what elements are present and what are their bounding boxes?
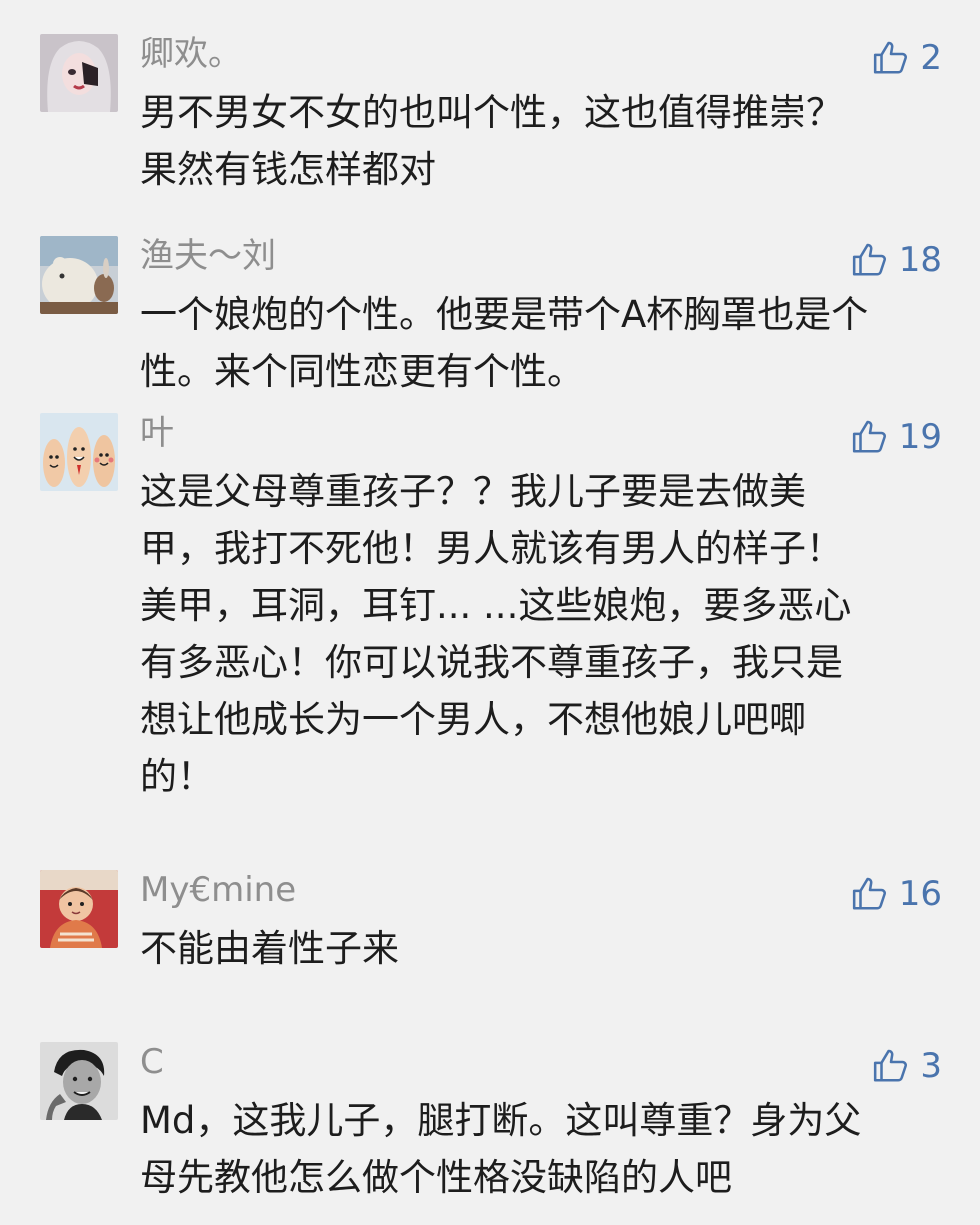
avatar[interactable] [40,34,118,112]
comment-line: 美甲，耳洞，耳钉... ...这些娘炮，要多恶心 [140,584,852,627]
username[interactable]: 卿欢。 [140,34,242,74]
username[interactable]: 叶 [140,413,174,453]
polar-bear-avatar-icon [40,236,118,314]
avatar[interactable] [40,413,118,491]
avatar[interactable] [40,1042,118,1120]
like-count: 18 [898,240,942,280]
comment-text: Md，这我儿子，腿打断。这叫尊重？身为父 母先教他怎么做个性格没缺陷的人吧 [140,1092,940,1206]
comment-line: 的！ [140,755,214,798]
comment-line: 甲，我打不死他！男人就该有男人的样子！ [140,527,843,570]
like-button[interactable]: 3 [872,1046,942,1086]
man-portrait-avatar-icon [40,1042,118,1120]
like-button[interactable]: 19 [851,417,942,457]
like-count: 16 [898,874,942,914]
comment-line: 这是父母尊重孩子？？我儿子要是去做美 [140,470,806,513]
comment-line: 母先教他怎么做个性格没缺陷的人吧 [140,1156,732,1199]
thumbs-up-icon [852,243,886,276]
comment-text: 一个娘炮的个性。他要是带个A杯胸罩也是个 性。来个同性恋更有个性。 [140,286,940,400]
like-count: 19 [898,417,942,457]
comment-line: Md，这我儿子，腿打断。这叫尊重？身为父 [140,1099,862,1142]
comment-line: 男不男女不女的也叫个性，这也值得推崇？ [140,91,843,134]
thumbs-up-icon [874,41,908,74]
comment-line: 想让他成长为一个男人，不想他娘儿吧唧 [140,698,806,741]
finger-faces-avatar-icon [40,413,118,491]
girl-avatar-icon [40,34,118,112]
comment-text: 这是父母尊重孩子？？我儿子要是去做美 甲，我打不死他！男人就该有男人的样子！ 美… [140,463,940,805]
baby-avatar-icon [40,870,118,948]
username[interactable]: My€mine [140,870,296,910]
comment-line: 一个娘炮的个性。他要是带个A杯胸罩也是个 [140,293,869,336]
like-button[interactable]: 18 [851,240,942,280]
like-count: 2 [920,38,942,78]
like-button[interactable]: 2 [872,38,942,78]
thumbs-up-icon [852,877,886,910]
avatar[interactable] [40,870,118,948]
username[interactable]: C [140,1042,164,1082]
comment-line: 性。来个同性恋更有个性。 [140,350,584,393]
username[interactable]: 渔夫～刘 [140,236,276,276]
comment-text: 男不男女不女的也叫个性，这也值得推崇？ 果然有钱怎样都对 [140,84,940,198]
comment-line: 不能由着性子来 [140,927,399,970]
comment-text: 不能由着性子来 [140,920,940,977]
avatar[interactable] [40,236,118,314]
thumbs-up-icon [874,1049,908,1082]
comment-line: 有多恶心！你可以说我不尊重孩子，我只是 [140,641,843,684]
thumbs-up-icon [852,420,886,453]
like-button[interactable]: 16 [851,874,942,914]
like-count: 3 [920,1046,942,1086]
comment-line: 果然有钱怎样都对 [140,148,436,191]
